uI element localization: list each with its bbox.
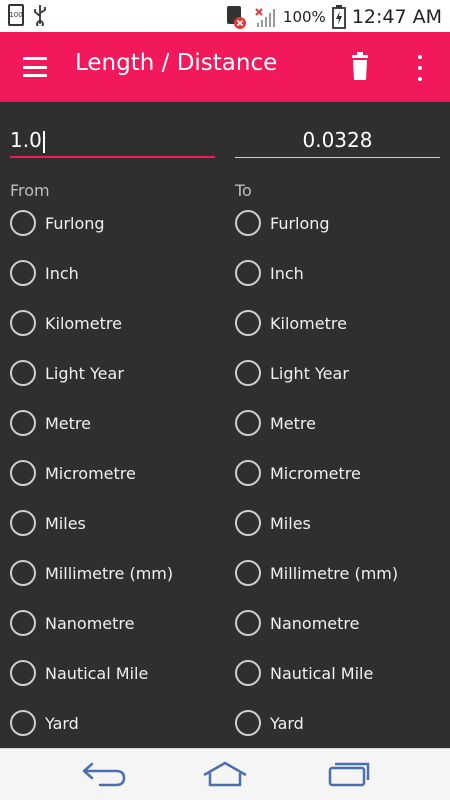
to-unit-yard[interactable]: Yard bbox=[235, 698, 445, 748]
to-unit-metre[interactable]: Metre bbox=[235, 398, 445, 448]
battery-percent: 100% bbox=[282, 8, 326, 26]
battery-small-icon: 100 bbox=[8, 4, 24, 26]
unit-label: Inch bbox=[270, 263, 304, 283]
to-unit-miles[interactable]: Miles bbox=[235, 498, 445, 548]
to-unit-list: Furlong Inch Kilometre Light Year Metre … bbox=[235, 198, 445, 748]
radio-button[interactable] bbox=[10, 310, 36, 336]
unit-label: Nanometre bbox=[45, 613, 135, 633]
radio-button[interactable] bbox=[235, 210, 261, 236]
radio-button[interactable] bbox=[10, 460, 36, 486]
unit-label: Furlong bbox=[270, 213, 330, 233]
radio-button[interactable] bbox=[235, 460, 261, 486]
menu-icon[interactable] bbox=[18, 52, 52, 82]
recent-apps-icon[interactable] bbox=[322, 759, 372, 791]
from-unit-list: Furlong Inch Kilometre Light Year Metre … bbox=[10, 198, 220, 748]
radio-button[interactable] bbox=[10, 260, 36, 286]
unit-label: Light Year bbox=[270, 363, 349, 383]
radio-button[interactable] bbox=[235, 510, 261, 536]
radio-button[interactable] bbox=[235, 360, 261, 386]
radio-button[interactable] bbox=[10, 560, 36, 586]
to-value-field[interactable]: 0.0328 bbox=[235, 122, 440, 158]
from-unit-light-year[interactable]: Light Year bbox=[10, 348, 220, 398]
unit-label: Miles bbox=[270, 513, 311, 533]
signal-icon bbox=[255, 8, 275, 27]
unit-label: Nanometre bbox=[270, 613, 360, 633]
from-unit-kilometre[interactable]: Kilometre bbox=[10, 298, 220, 348]
from-unit-millimetre[interactable]: Millimetre (mm) bbox=[10, 548, 220, 598]
unit-label: Yard bbox=[45, 713, 79, 733]
unit-label: Nautical Mile bbox=[270, 663, 374, 683]
radio-button[interactable] bbox=[235, 610, 261, 636]
radio-button[interactable] bbox=[10, 360, 36, 386]
battery-charging-icon bbox=[331, 5, 346, 29]
radio-button[interactable] bbox=[10, 410, 36, 436]
unit-label: Millimetre (mm) bbox=[45, 563, 174, 583]
radio-button[interactable] bbox=[10, 660, 36, 686]
radio-button[interactable] bbox=[235, 410, 261, 436]
unit-label: Inch bbox=[45, 263, 79, 283]
unit-label: Light Year bbox=[45, 363, 124, 383]
radio-button[interactable] bbox=[10, 710, 36, 736]
radio-button[interactable] bbox=[235, 260, 261, 286]
page-title: Length / Distance bbox=[75, 50, 278, 76]
from-unit-metre[interactable]: Metre bbox=[10, 398, 220, 448]
unit-label: Miles bbox=[45, 513, 86, 533]
to-unit-nanometre[interactable]: Nanometre bbox=[235, 598, 445, 648]
status-bar: 100 100% 12:47 AM bbox=[0, 0, 450, 32]
unit-label: Metre bbox=[270, 413, 316, 433]
from-unit-furlong[interactable]: Furlong bbox=[10, 198, 220, 248]
from-unit-yard[interactable]: Yard bbox=[10, 698, 220, 748]
to-unit-kilometre[interactable]: Kilometre bbox=[235, 298, 445, 348]
trash-icon[interactable] bbox=[345, 52, 375, 84]
unit-label: Micrometre bbox=[270, 463, 361, 483]
unit-label: Millimetre (mm) bbox=[270, 563, 399, 583]
to-unit-nautical-mile[interactable]: Nautical Mile bbox=[235, 648, 445, 698]
unit-label: Metre bbox=[45, 413, 91, 433]
text-cursor bbox=[42, 130, 45, 153]
to-unit-inch[interactable]: Inch bbox=[235, 248, 445, 298]
unit-label: Kilometre bbox=[45, 313, 122, 333]
from-value-text: 1.0 bbox=[10, 128, 42, 152]
app-bar: Length / Distance bbox=[0, 32, 450, 102]
radio-button[interactable] bbox=[235, 310, 261, 336]
radio-button[interactable] bbox=[235, 660, 261, 686]
unit-label: Micrometre bbox=[45, 463, 136, 483]
to-unit-light-year[interactable]: Light Year bbox=[235, 348, 445, 398]
radio-button[interactable] bbox=[235, 710, 261, 736]
navigation-bar bbox=[0, 748, 450, 800]
radio-button[interactable] bbox=[10, 210, 36, 236]
to-unit-micrometre[interactable]: Micrometre bbox=[235, 448, 445, 498]
unit-label: Kilometre bbox=[270, 313, 347, 333]
more-vert-icon[interactable] bbox=[405, 52, 435, 84]
radio-button[interactable] bbox=[10, 610, 36, 636]
battery-small-value: 100 bbox=[9, 11, 23, 19]
from-value-input[interactable]: 1.0 bbox=[10, 122, 215, 158]
radio-button[interactable] bbox=[235, 560, 261, 586]
from-unit-inch[interactable]: Inch bbox=[10, 248, 220, 298]
to-unit-millimetre[interactable]: Millimetre (mm) bbox=[235, 548, 445, 598]
back-icon[interactable] bbox=[78, 759, 128, 791]
from-unit-nanometre[interactable]: Nanometre bbox=[10, 598, 220, 648]
radio-button[interactable] bbox=[10, 510, 36, 536]
to-value-text: 0.0328 bbox=[302, 128, 373, 152]
from-unit-miles[interactable]: Miles bbox=[10, 498, 220, 548]
unit-label: Yard bbox=[270, 713, 304, 733]
from-unit-nautical-mile[interactable]: Nautical Mile bbox=[10, 648, 220, 698]
usb-icon bbox=[34, 5, 46, 26]
to-unit-furlong[interactable]: Furlong bbox=[235, 198, 445, 248]
unit-label: Nautical Mile bbox=[45, 663, 149, 683]
home-icon[interactable] bbox=[200, 759, 250, 791]
from-unit-micrometre[interactable]: Micrometre bbox=[10, 448, 220, 498]
unit-label: Furlong bbox=[45, 213, 105, 233]
clock: 12:47 AM bbox=[351, 6, 442, 28]
sim-icon bbox=[226, 6, 246, 29]
